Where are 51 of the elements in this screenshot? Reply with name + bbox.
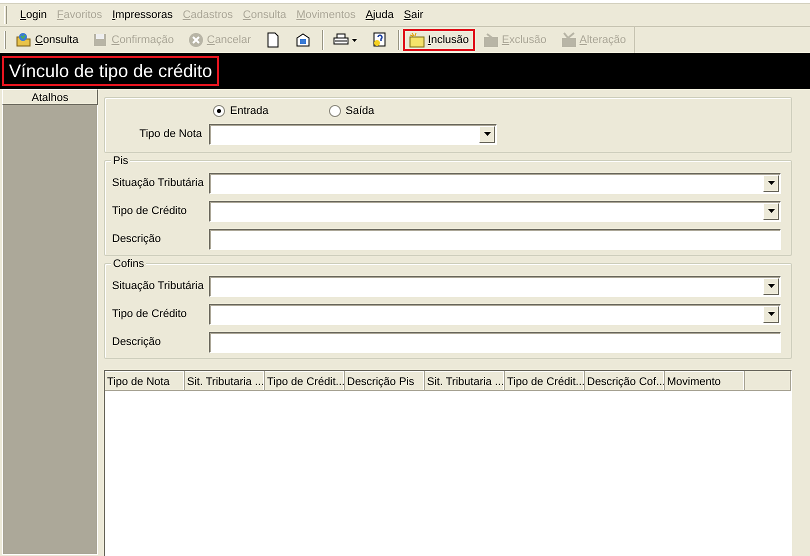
toolbar-button[interactable]: Inclusão — [402, 29, 475, 51]
column-header[interactable]: Descrição Pis — [345, 371, 425, 390]
column-header[interactable]: Sit. Tributaria ... — [185, 371, 265, 390]
select-field[interactable] — [209, 304, 781, 324]
field-label: Situação Tributária — [111, 176, 205, 191]
text-field[interactable] — [209, 228, 781, 250]
caret-icon — [768, 209, 774, 213]
toolbar-button[interactable]: Consulta — [10, 29, 84, 51]
folder-icon — [16, 32, 32, 48]
window-title: Vínculo de tipo de crédito — [2, 56, 220, 86]
dropdown-button[interactable] — [763, 174, 779, 192]
dropdown-button[interactable] — [479, 126, 495, 142]
select-field[interactable] — [209, 172, 781, 194]
caret-icon — [768, 181, 774, 185]
menu-item[interactable]: Impressoras — [107, 6, 178, 24]
column-header[interactable]: Sit. Tributaria ... — [425, 371, 505, 390]
field-label: Tipo de Crédito — [111, 204, 188, 219]
caret-icon — [768, 284, 774, 288]
column-header[interactable]: Tipo de Crédit... — [505, 371, 585, 390]
menu-item[interactable]: Ajuda — [360, 6, 399, 24]
text-field[interactable] — [209, 332, 781, 352]
caret-icon — [352, 38, 357, 42]
cancel-icon — [188, 32, 204, 48]
field-label: Descrição — [111, 232, 162, 247]
dropdown-button[interactable] — [763, 278, 779, 294]
menu-item[interactable]: Login — [15, 6, 52, 24]
radio-button[interactable]: Saída — [328, 102, 374, 120]
caret-icon — [484, 132, 490, 136]
column-header[interactable]: Tipo de Crédit... — [265, 371, 345, 390]
dropdown-button[interactable] — [763, 202, 779, 220]
select-field[interactable] — [209, 200, 781, 222]
field-label: Situação Tributária — [111, 278, 205, 294]
new-document-icon — [264, 32, 281, 48]
dropdown-button[interactable] — [763, 306, 779, 322]
radio-circle[interactable] — [328, 105, 341, 117]
field-label: Descrição — [111, 334, 162, 350]
radio-button[interactable]: Entrada — [213, 102, 269, 120]
field-label: Tipo de Nota — [138, 126, 203, 142]
new-record-icon — [408, 32, 425, 48]
select-field[interactable] — [209, 124, 497, 144]
select-field[interactable] — [209, 276, 781, 296]
column-header[interactable]: Movimento — [665, 371, 745, 390]
field-label: Tipo de Crédito — [111, 306, 188, 322]
help-icon — [370, 32, 387, 48]
radio-circle[interactable] — [213, 105, 225, 117]
shortcuts-tab[interactable]: Atalhos — [2, 89, 98, 105]
caret-icon — [768, 312, 774, 316]
column-header[interactable]: Descrição Cof... — [585, 371, 665, 390]
column-header[interactable]: Tipo de Nota — [105, 371, 185, 390]
menu-item[interactable]: Sair — [398, 6, 428, 24]
save-icon — [92, 32, 108, 48]
